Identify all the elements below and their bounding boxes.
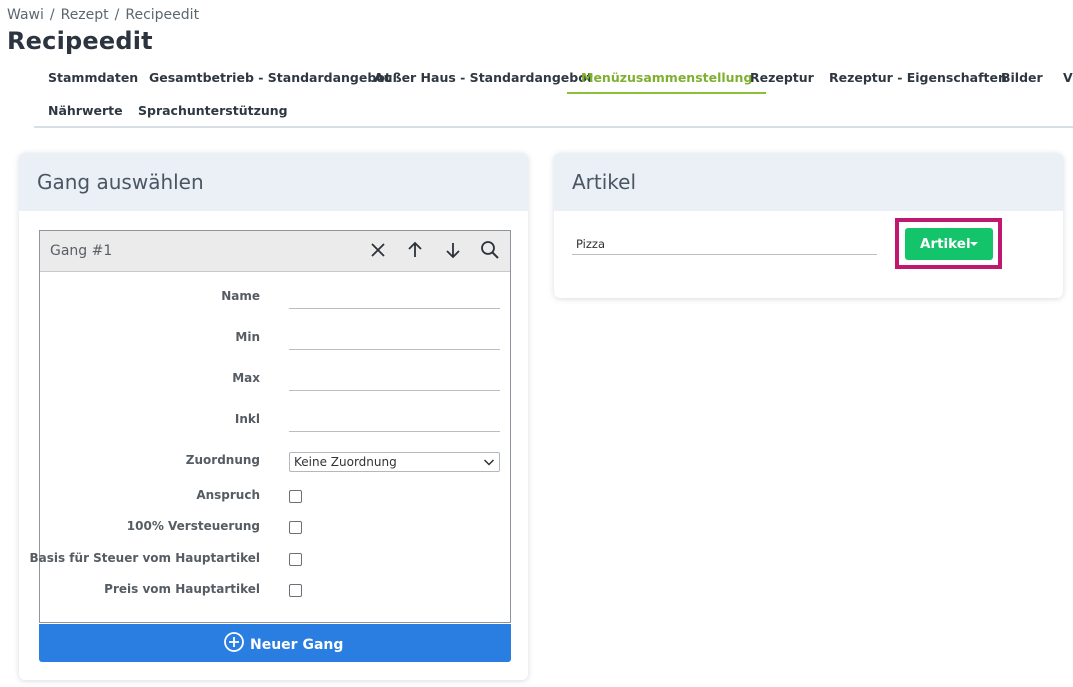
anspruch-checkbox[interactable] — [289, 490, 302, 503]
page-title: Recipeedit — [7, 27, 153, 55]
preis-label: Preis vom Hauptartikel — [104, 582, 260, 596]
artikel-panel-title: Artikel — [554, 153, 1063, 211]
tab-naehrwerte[interactable]: Nährwerte — [34, 94, 137, 127]
gang-title: Gang #1 — [50, 243, 113, 259]
tab-sprachunterstuetzung[interactable]: Sprachunterstützung — [124, 94, 302, 127]
tab-bar: Stammdaten Gesamtbetrieb - Standardangeb… — [34, 61, 1073, 128]
artikel-button-label: Artikel — [920, 236, 971, 252]
gang-panel-title: Gang auswählen — [19, 153, 528, 211]
tab-bilder[interactable]: Bilder — [987, 61, 1057, 94]
name-input[interactable] — [289, 287, 500, 309]
zuordnung-value: Keine Zuordnung — [294, 455, 397, 469]
arrow-down-icon[interactable] — [442, 239, 464, 261]
new-gang-button[interactable]: Neuer Gang — [39, 624, 511, 662]
tab-vi[interactable]: Vi — [1049, 61, 1073, 94]
new-gang-label: Neuer Gang — [250, 637, 344, 653]
arrow-up-icon[interactable] — [404, 239, 426, 261]
zuordnung-select[interactable]: Keine Zuordnung — [289, 452, 500, 472]
max-input[interactable] — [289, 369, 500, 391]
breadcrumb: Wawi / Rezept / Recipeedit — [7, 7, 199, 23]
name-label: Name — [221, 289, 260, 303]
search-icon[interactable] — [479, 239, 501, 261]
anspruch-label: Anspruch — [196, 488, 260, 502]
breadcrumb-item-recipeedit: Recipeedit — [125, 7, 200, 23]
breadcrumb-separator: / — [114, 7, 120, 23]
basis-checkbox[interactable] — [289, 553, 302, 566]
inkl-input[interactable] — [289, 410, 500, 432]
breadcrumb-separator: / — [49, 7, 55, 23]
artikel-dropdown-button[interactable]: Artikel — [905, 228, 993, 260]
min-input[interactable] — [289, 328, 500, 350]
chevron-down-icon — [483, 459, 495, 466]
min-label: Min — [235, 330, 260, 344]
versteuerung-label: 100% Versteuerung — [126, 519, 260, 533]
gang-card: Gang #1 Name Min Max Inkl Zuordnung Kein… — [29, 230, 511, 623]
artikel-input[interactable] — [572, 233, 877, 255]
inkl-label: Inkl — [234, 412, 260, 426]
plus-circle-icon — [224, 632, 244, 652]
breadcrumb-item-rezept[interactable]: Rezept — [61, 7, 109, 23]
versteuerung-checkbox[interactable] — [289, 521, 302, 534]
artikel-panel: Artikel Artikel — [554, 153, 1063, 298]
breadcrumb-item-wawi[interactable]: Wawi — [7, 7, 44, 23]
caret-down-icon — [970, 242, 978, 246]
max-label: Max — [232, 371, 260, 385]
gang-card-header: Gang #1 — [40, 231, 510, 272]
zuordnung-label: Zuordnung — [185, 453, 260, 467]
basis-label: Basis für Steuer vom Hauptartikel — [29, 551, 260, 565]
gang-panel: Gang auswählen Gang #1 Name Min Max Inkl… — [19, 153, 528, 680]
preis-checkbox[interactable] — [289, 584, 302, 597]
close-icon[interactable] — [367, 239, 389, 261]
